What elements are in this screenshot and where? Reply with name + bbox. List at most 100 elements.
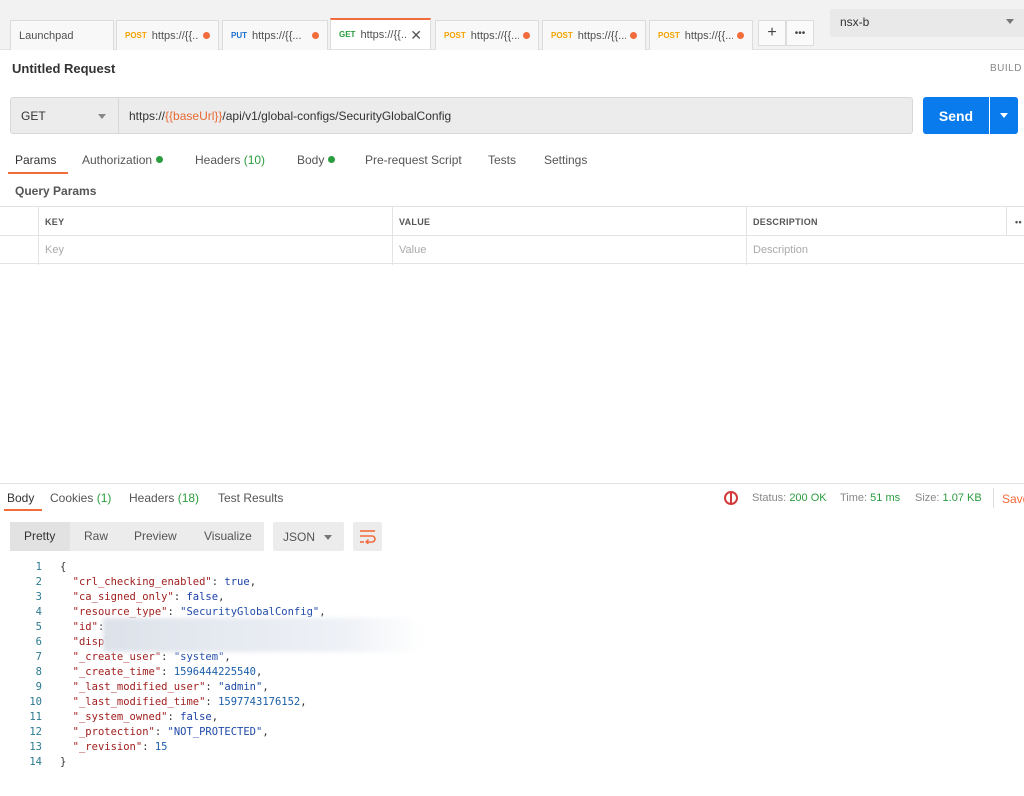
save-response-button[interactable]: Save <box>1002 492 1024 506</box>
format-label: JSON <box>283 530 316 544</box>
line-number: 6 <box>35 636 42 648</box>
line-number: 13 <box>29 741 42 753</box>
line-number: 10 <box>29 696 42 708</box>
tab-authorization[interactable]: Authorization <box>82 153 164 167</box>
tab-strip: Launchpad POST https://{{... PUT https:/… <box>0 0 1024 50</box>
request-name[interactable]: Untitled Request <box>12 61 115 76</box>
more-icon: ••• <box>794 27 806 39</box>
view-pretty[interactable]: Pretty <box>24 529 55 543</box>
globe-icon[interactable] <box>724 491 738 505</box>
tab-url: https://{{... <box>684 29 733 42</box>
tab-request-1[interactable]: POST https://{{... <box>116 20 219 50</box>
method-badge: POST <box>125 31 147 40</box>
status-label: Status: <box>752 492 787 504</box>
tab-url: https://{{... <box>252 29 302 42</box>
param-value-input[interactable]: Value <box>392 236 746 265</box>
url-prefix: https:// <box>129 109 166 123</box>
line-number: 12 <box>29 726 42 738</box>
environment-label: nsx-b <box>840 15 870 29</box>
query-params-title: Query Params <box>15 184 97 198</box>
param-key-input[interactable]: Key <box>38 236 392 265</box>
format-select[interactable]: JSON <box>273 522 344 551</box>
line-number: 5 <box>35 621 42 633</box>
response-headers-count: (18) <box>177 491 200 505</box>
code-line: "_system_owned": false, <box>72 711 219 723</box>
tab-request-2[interactable]: PUT https://{{... <box>222 20 328 50</box>
tab-label: Cookies <box>50 491 94 505</box>
send-button[interactable]: Send <box>923 97 989 134</box>
line-number: 7 <box>35 651 42 663</box>
status-value: 200 OK <box>789 492 827 504</box>
code-line: "_create_user": "system", <box>72 651 231 663</box>
code-line: "_last_modified_user": "admin", <box>72 681 269 693</box>
tab-launchpad[interactable]: Launchpad <box>10 20 114 50</box>
line-number: 3 <box>35 591 42 603</box>
tab-request-6[interactable]: POST https://{{... <box>649 20 753 50</box>
active-tab-indicator <box>8 172 68 174</box>
new-tab-button[interactable]: + <box>758 20 786 46</box>
code-line: "_create_time": 1596444225540, <box>72 666 263 678</box>
line-number: 11 <box>29 711 42 723</box>
chevron-down-icon <box>324 535 332 540</box>
close-icon[interactable]: ✕ <box>410 28 422 42</box>
wrap-icon <box>360 530 376 544</box>
line-number: 2 <box>35 576 42 588</box>
more-icon[interactable]: •• <box>1006 207 1024 236</box>
column-header-description: DESCRIPTION <box>746 207 1006 236</box>
response-tab-cookies[interactable]: Cookies (1) <box>50 491 111 505</box>
column-header-key: KEY <box>38 207 392 236</box>
divider <box>993 488 994 508</box>
wrap-lines-button[interactable] <box>353 522 382 551</box>
response-status: Status: 200 OK <box>752 492 827 504</box>
response-time: Time: 51 ms <box>840 492 900 504</box>
tab-url: https://{{... <box>360 28 407 41</box>
tab-request-5[interactable]: POST https://{{... <box>542 20 646 50</box>
line-number: 4 <box>35 606 42 618</box>
tab-params[interactable]: Params <box>15 153 56 167</box>
tab-settings[interactable]: Settings <box>544 153 587 167</box>
send-options-button[interactable] <box>990 97 1018 134</box>
unsaved-dot-icon <box>523 32 530 39</box>
method-badge: GET <box>339 30 356 39</box>
code-line: "_revision": 15 <box>72 741 168 753</box>
tab-label: Body <box>297 153 325 167</box>
chevron-down-icon <box>1000 113 1008 118</box>
build-mode-label[interactable]: BUILD <box>990 63 1022 74</box>
method-select[interactable]: GET <box>10 97 119 134</box>
view-raw[interactable]: Raw <box>84 529 108 543</box>
tab-request-4[interactable]: POST https://{{... <box>435 20 539 50</box>
query-params-table: KEY VALUE DESCRIPTION •• Key Value Descr… <box>0 206 1024 265</box>
url-variable: {{baseUrl}} <box>165 109 223 123</box>
url-input[interactable]: https://{{baseUrl}}/api/v1/global-config… <box>119 97 913 134</box>
headers-count: (10) <box>243 153 266 167</box>
method-badge: POST <box>658 31 680 40</box>
tab-label: Launchpad <box>19 29 74 42</box>
environment-select[interactable]: nsx-b <box>830 9 1024 37</box>
tab-body[interactable]: Body <box>297 153 336 167</box>
tab-prerequest-script[interactable]: Pre-request Script <box>365 153 462 167</box>
url-path: /api/v1/global-configs/SecurityGlobalCon… <box>222 109 452 123</box>
view-preview[interactable]: Preview <box>134 529 177 543</box>
code-line: "_protection": "NOT_PROTECTED", <box>72 726 269 738</box>
unsaved-dot-icon <box>312 32 319 39</box>
response-size: Size: 1.07 KB <box>915 492 982 504</box>
tab-headers[interactable]: Headers (10) <box>195 153 265 167</box>
response-tab-test-results[interactable]: Test Results <box>218 491 283 505</box>
code-line: } <box>60 756 67 768</box>
time-label: Time: <box>840 492 868 504</box>
redacted-region <box>103 618 423 652</box>
response-tab-headers[interactable]: Headers (18) <box>129 491 199 505</box>
status-dot-icon <box>328 156 336 163</box>
line-number: 8 <box>35 666 42 678</box>
tab-request-active[interactable]: GET https://{{... ✕ <box>330 18 431 49</box>
code-line: "id": <box>72 621 105 633</box>
unsaved-dot-icon <box>630 32 637 39</box>
tab-more-button[interactable]: ••• <box>786 20 814 46</box>
view-visualize[interactable]: Visualize <box>204 529 252 543</box>
method-badge: PUT <box>231 31 247 40</box>
tab-tests[interactable]: Tests <box>488 153 516 167</box>
method-badge: POST <box>551 31 573 40</box>
plus-icon: + <box>767 24 777 41</box>
param-description-input[interactable]: Description <box>746 236 1024 265</box>
response-tab-body[interactable]: Body <box>7 491 34 505</box>
